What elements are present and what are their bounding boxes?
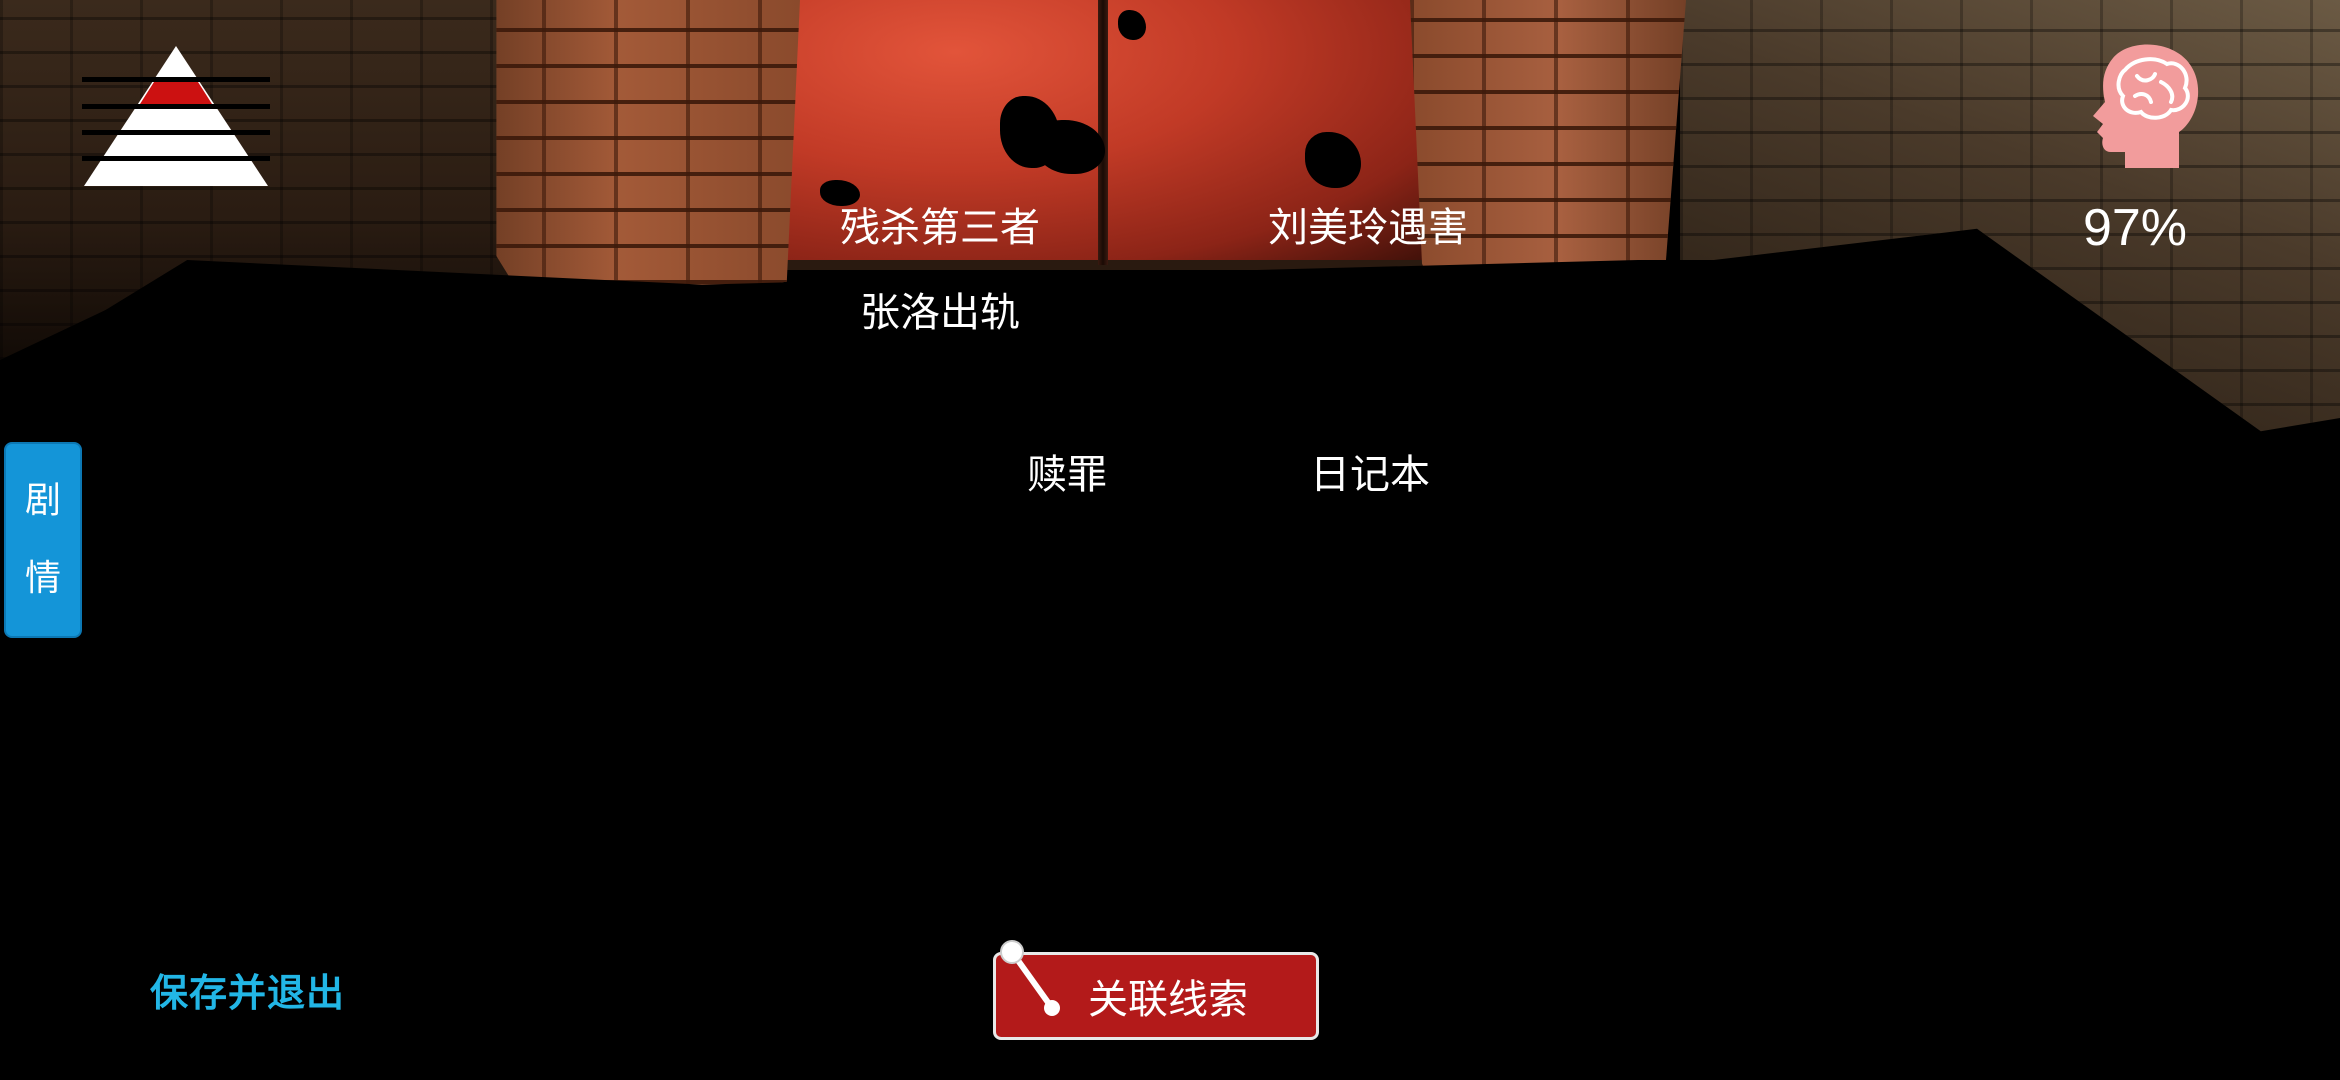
clue-item[interactable]: 张洛出轨 bbox=[860, 280, 1020, 338]
link-clues-label: 关联线索 bbox=[1088, 977, 1248, 1023]
story-tab-char-2: 情 bbox=[24, 558, 61, 599]
clue-item[interactable]: 刘美玲遇害 bbox=[1268, 195, 1468, 253]
scene-background bbox=[0, 0, 2340, 1080]
brain-head-icon bbox=[2093, 44, 2199, 169]
brick-pillar-left bbox=[496, 0, 800, 320]
game-screen: 97% 剧 情 残杀第三者 刘美玲遇害 张洛出轨 赎罪 日记本 保存并退出 关联… bbox=[0, 0, 2340, 1080]
clue-item[interactable]: 日记本 bbox=[1310, 442, 1430, 500]
story-tab-char-1: 剧 bbox=[24, 480, 61, 521]
link-connector-icon bbox=[1000, 940, 1060, 1016]
clue-item[interactable]: 赎罪 bbox=[1027, 442, 1107, 500]
save-and-exit-button[interactable]: 保存并退出 bbox=[150, 962, 345, 1017]
door-seam bbox=[1098, 0, 1108, 265]
clue-item[interactable]: 残杀第三者 bbox=[840, 195, 1040, 253]
story-tab-button[interactable]: 剧 情 bbox=[4, 442, 82, 638]
sanity-percentage: 97% bbox=[2082, 199, 2188, 257]
pyramid-level-icon[interactable] bbox=[82, 44, 270, 188]
